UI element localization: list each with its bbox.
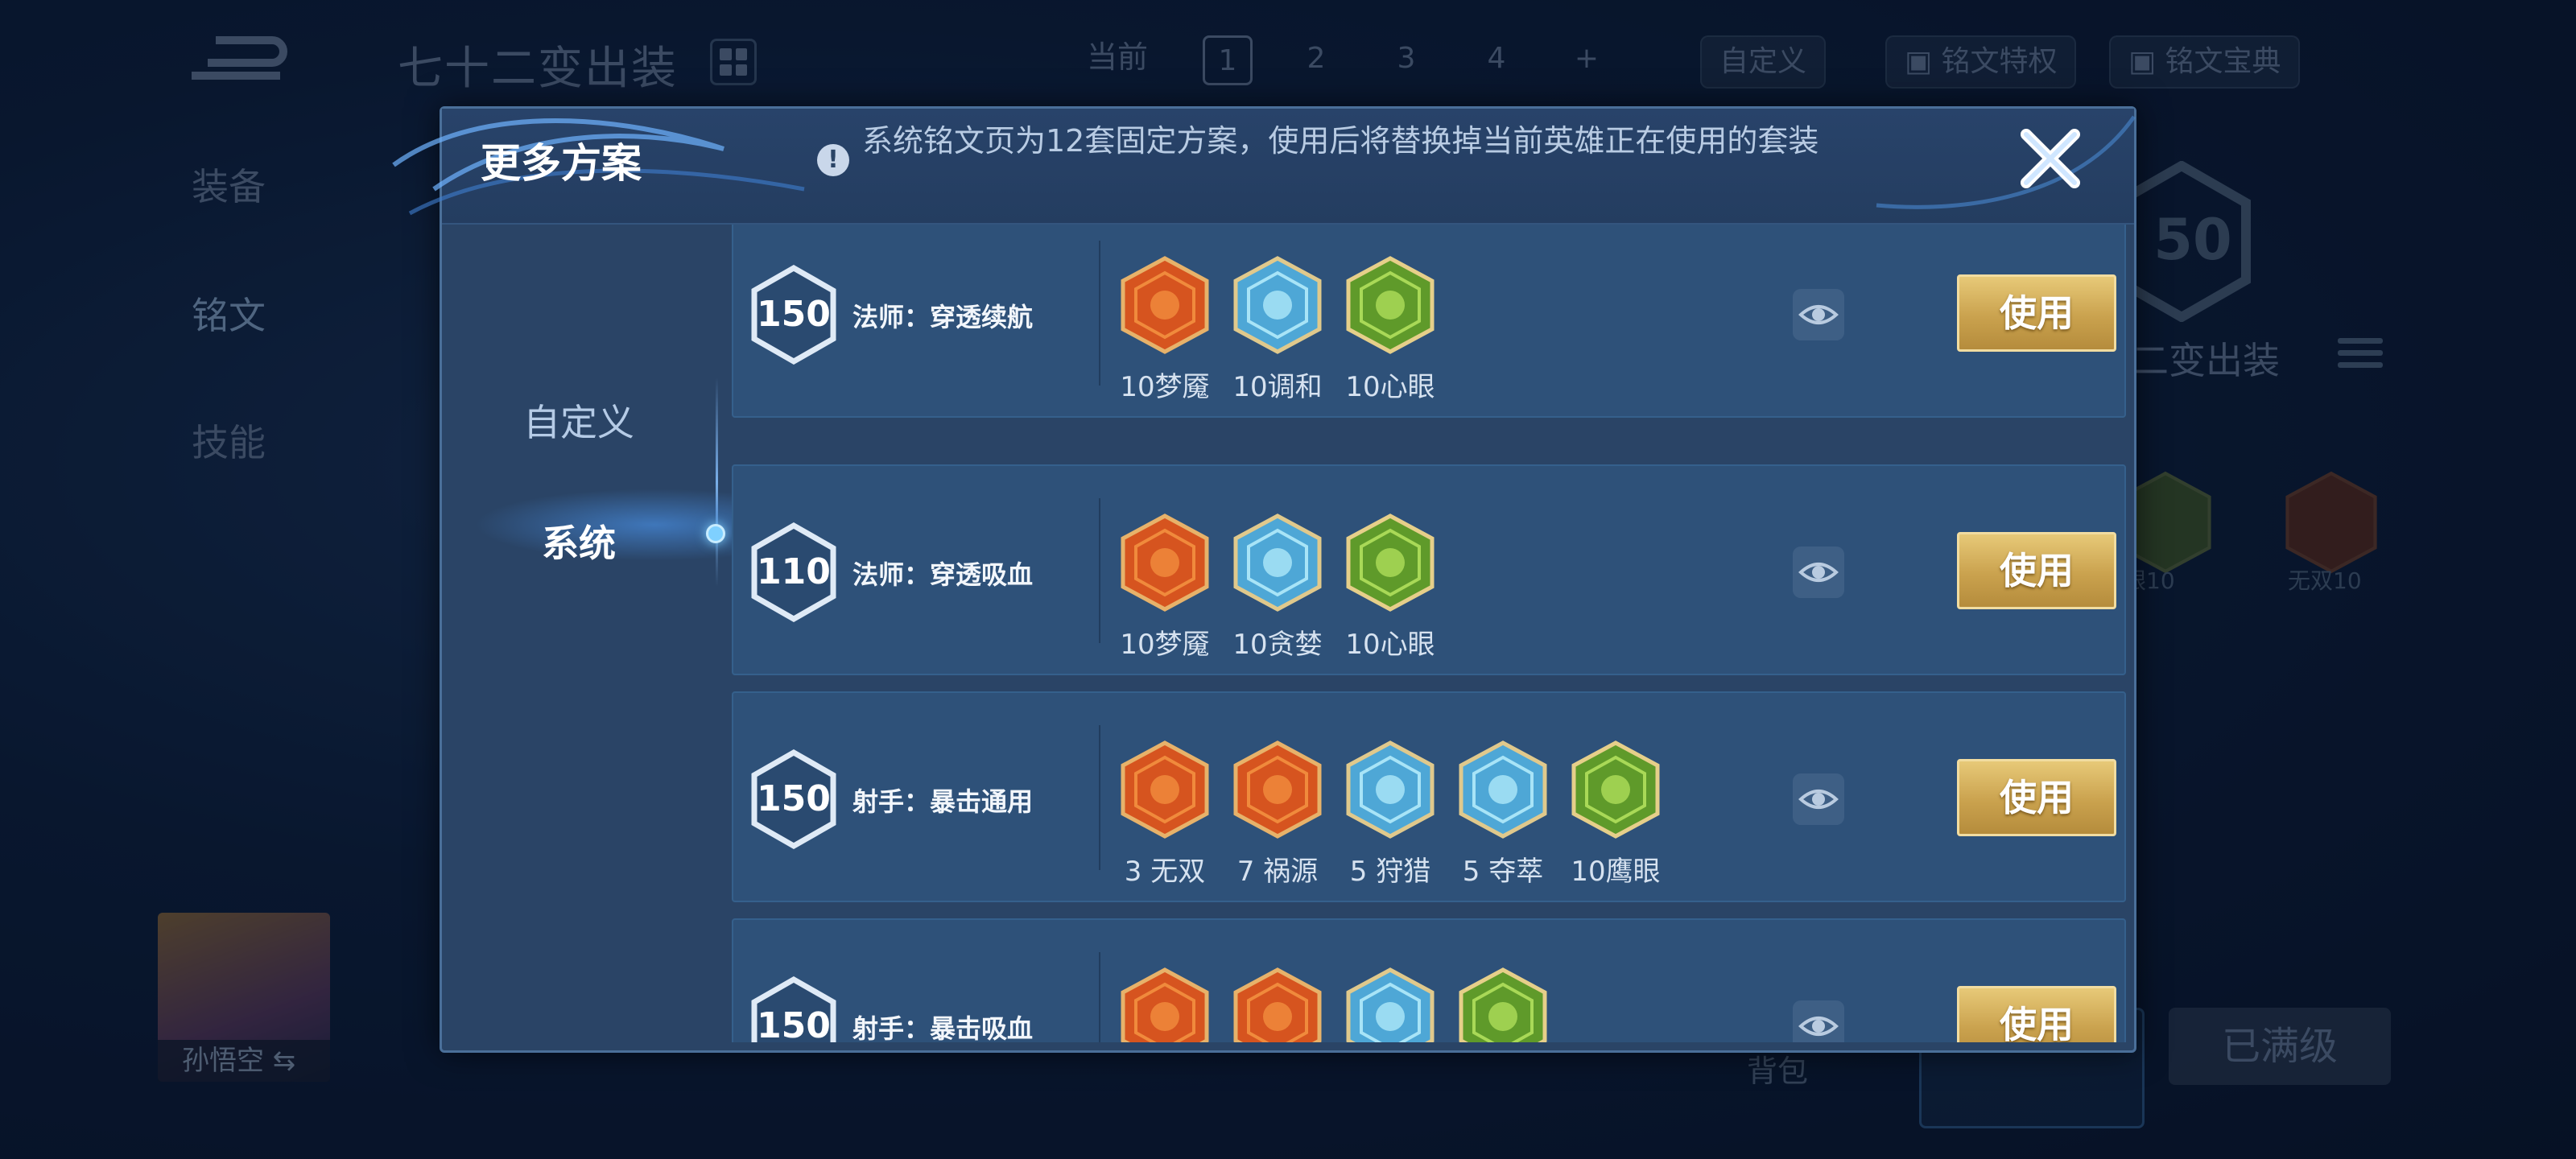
rune-label: 3 无双 xyxy=(1124,856,1206,888)
rune-label: 7 祸源 xyxy=(1236,856,1319,888)
row-divider xyxy=(1099,498,1100,643)
plan-row: 110 法师：穿透吸血 10梦魇 10贪婪 10心眼 使用 xyxy=(732,464,2126,675)
preview-eye-icon[interactable] xyxy=(1793,773,1844,825)
rune-red-icon[interactable] xyxy=(1120,967,1210,1042)
use-plan-button[interactable]: 使用 xyxy=(1957,274,2116,352)
rune-red-icon[interactable] xyxy=(1120,255,1210,355)
level-hex-icon: 150 xyxy=(751,976,836,1042)
active-tab-indicator xyxy=(706,524,725,543)
close-icon[interactable] xyxy=(2015,123,2086,194)
plan-level: 110 xyxy=(757,551,831,592)
tab-system[interactable]: 系统 xyxy=(442,514,716,567)
plan-name: 法师：穿透吸血 xyxy=(852,559,1034,590)
more-plans-dialog: 更多方案 ! 系统铭文页为12套固定方案，使用后将替换掉当前英雄正在使用的套装 … xyxy=(392,106,2136,1053)
use-plan-button[interactable]: 使用 xyxy=(1957,986,2116,1042)
plan-row: 150射手：暴击吸血3 无双7 祸源10夺萃10鹰眼使用 xyxy=(732,918,2126,1042)
level-hex-icon: 150 xyxy=(751,265,836,365)
tab-custom[interactable]: 自定义 xyxy=(442,394,716,447)
rune-label: 10心眼 xyxy=(1345,371,1435,403)
row-divider xyxy=(1099,241,1100,386)
rune-label: 10贪婪 xyxy=(1232,629,1323,661)
dialog-title: 更多方案 xyxy=(481,140,642,187)
rune-blue-icon[interactable] xyxy=(1458,740,1548,839)
dialog-header: 更多方案 ! 系统铭文页为12套固定方案，使用后将替换掉当前英雄正在使用的套装 xyxy=(392,109,2136,225)
use-plan-button[interactable]: 使用 xyxy=(1957,759,2116,836)
plan-name: 法师：穿透续航 xyxy=(852,302,1034,332)
rune-red-icon[interactable] xyxy=(1120,513,1210,612)
rune-label: 5 夺萃 xyxy=(1462,856,1544,888)
rune-label: 10调和 xyxy=(1232,371,1323,403)
plan-level: 150 xyxy=(757,1005,831,1042)
plan-level: 150 xyxy=(757,294,831,335)
plan-name: 射手：暴击通用 xyxy=(852,786,1034,817)
rune-label: 10鹰眼 xyxy=(1571,856,1661,888)
rune-label: 10心眼 xyxy=(1345,629,1435,661)
row-divider xyxy=(1099,952,1100,1042)
plan-name: 射手：暴击吸血 xyxy=(852,1013,1034,1042)
plan-row: 150 射手：暴击通用 3 无双 7 祸源 5 狩猎 5 夺萃 10鹰眼 使用 xyxy=(732,691,2126,902)
rune-blue-icon[interactable] xyxy=(1232,255,1323,355)
row-divider xyxy=(1099,725,1100,870)
rune-label: 10梦魇 xyxy=(1120,629,1210,661)
info-icon: ! xyxy=(817,144,849,176)
rune-green-icon[interactable] xyxy=(1345,513,1435,612)
use-plan-button[interactable]: 使用 xyxy=(1957,532,2116,609)
rune-green-icon[interactable] xyxy=(1458,967,1548,1042)
level-hex-icon: 110 xyxy=(751,522,836,622)
rune-blue-icon[interactable] xyxy=(1232,513,1323,612)
plan-list[interactable]: 150 法师：穿透续航 10梦魇 10调和 10心眼 使用 110 法师：穿透吸血 10梦魇 10… xyxy=(732,225,2126,1042)
plan-level: 150 xyxy=(757,778,831,819)
preview-eye-icon[interactable] xyxy=(1793,289,1844,340)
preview-eye-icon[interactable] xyxy=(1793,1000,1844,1042)
rune-label: 5 狩猎 xyxy=(1349,856,1431,888)
plan-row: 150 法师：穿透续航 10梦魇 10调和 10心眼 使用 xyxy=(732,225,2126,418)
preview-eye-icon[interactable] xyxy=(1793,547,1844,598)
rune-red-icon[interactable] xyxy=(1232,967,1323,1042)
rune-label: 10梦魇 xyxy=(1120,371,1210,403)
rune-red-icon[interactable] xyxy=(1120,740,1210,839)
rune-blue-icon[interactable] xyxy=(1345,740,1435,839)
swirl-decoration-icon xyxy=(1876,115,2136,209)
rune-red-icon[interactable] xyxy=(1232,740,1323,839)
level-hex-icon: 150 xyxy=(751,749,836,849)
dialog-sidebar: 自定义 系统 xyxy=(442,225,732,1050)
rune-green-icon[interactable] xyxy=(1571,740,1661,839)
notice-text: 系统铭文页为12套固定方案，使用后将替换掉当前英雄正在使用的套装 xyxy=(862,123,1819,159)
rune-blue-icon[interactable] xyxy=(1345,967,1435,1042)
rune-green-icon[interactable] xyxy=(1345,255,1435,355)
